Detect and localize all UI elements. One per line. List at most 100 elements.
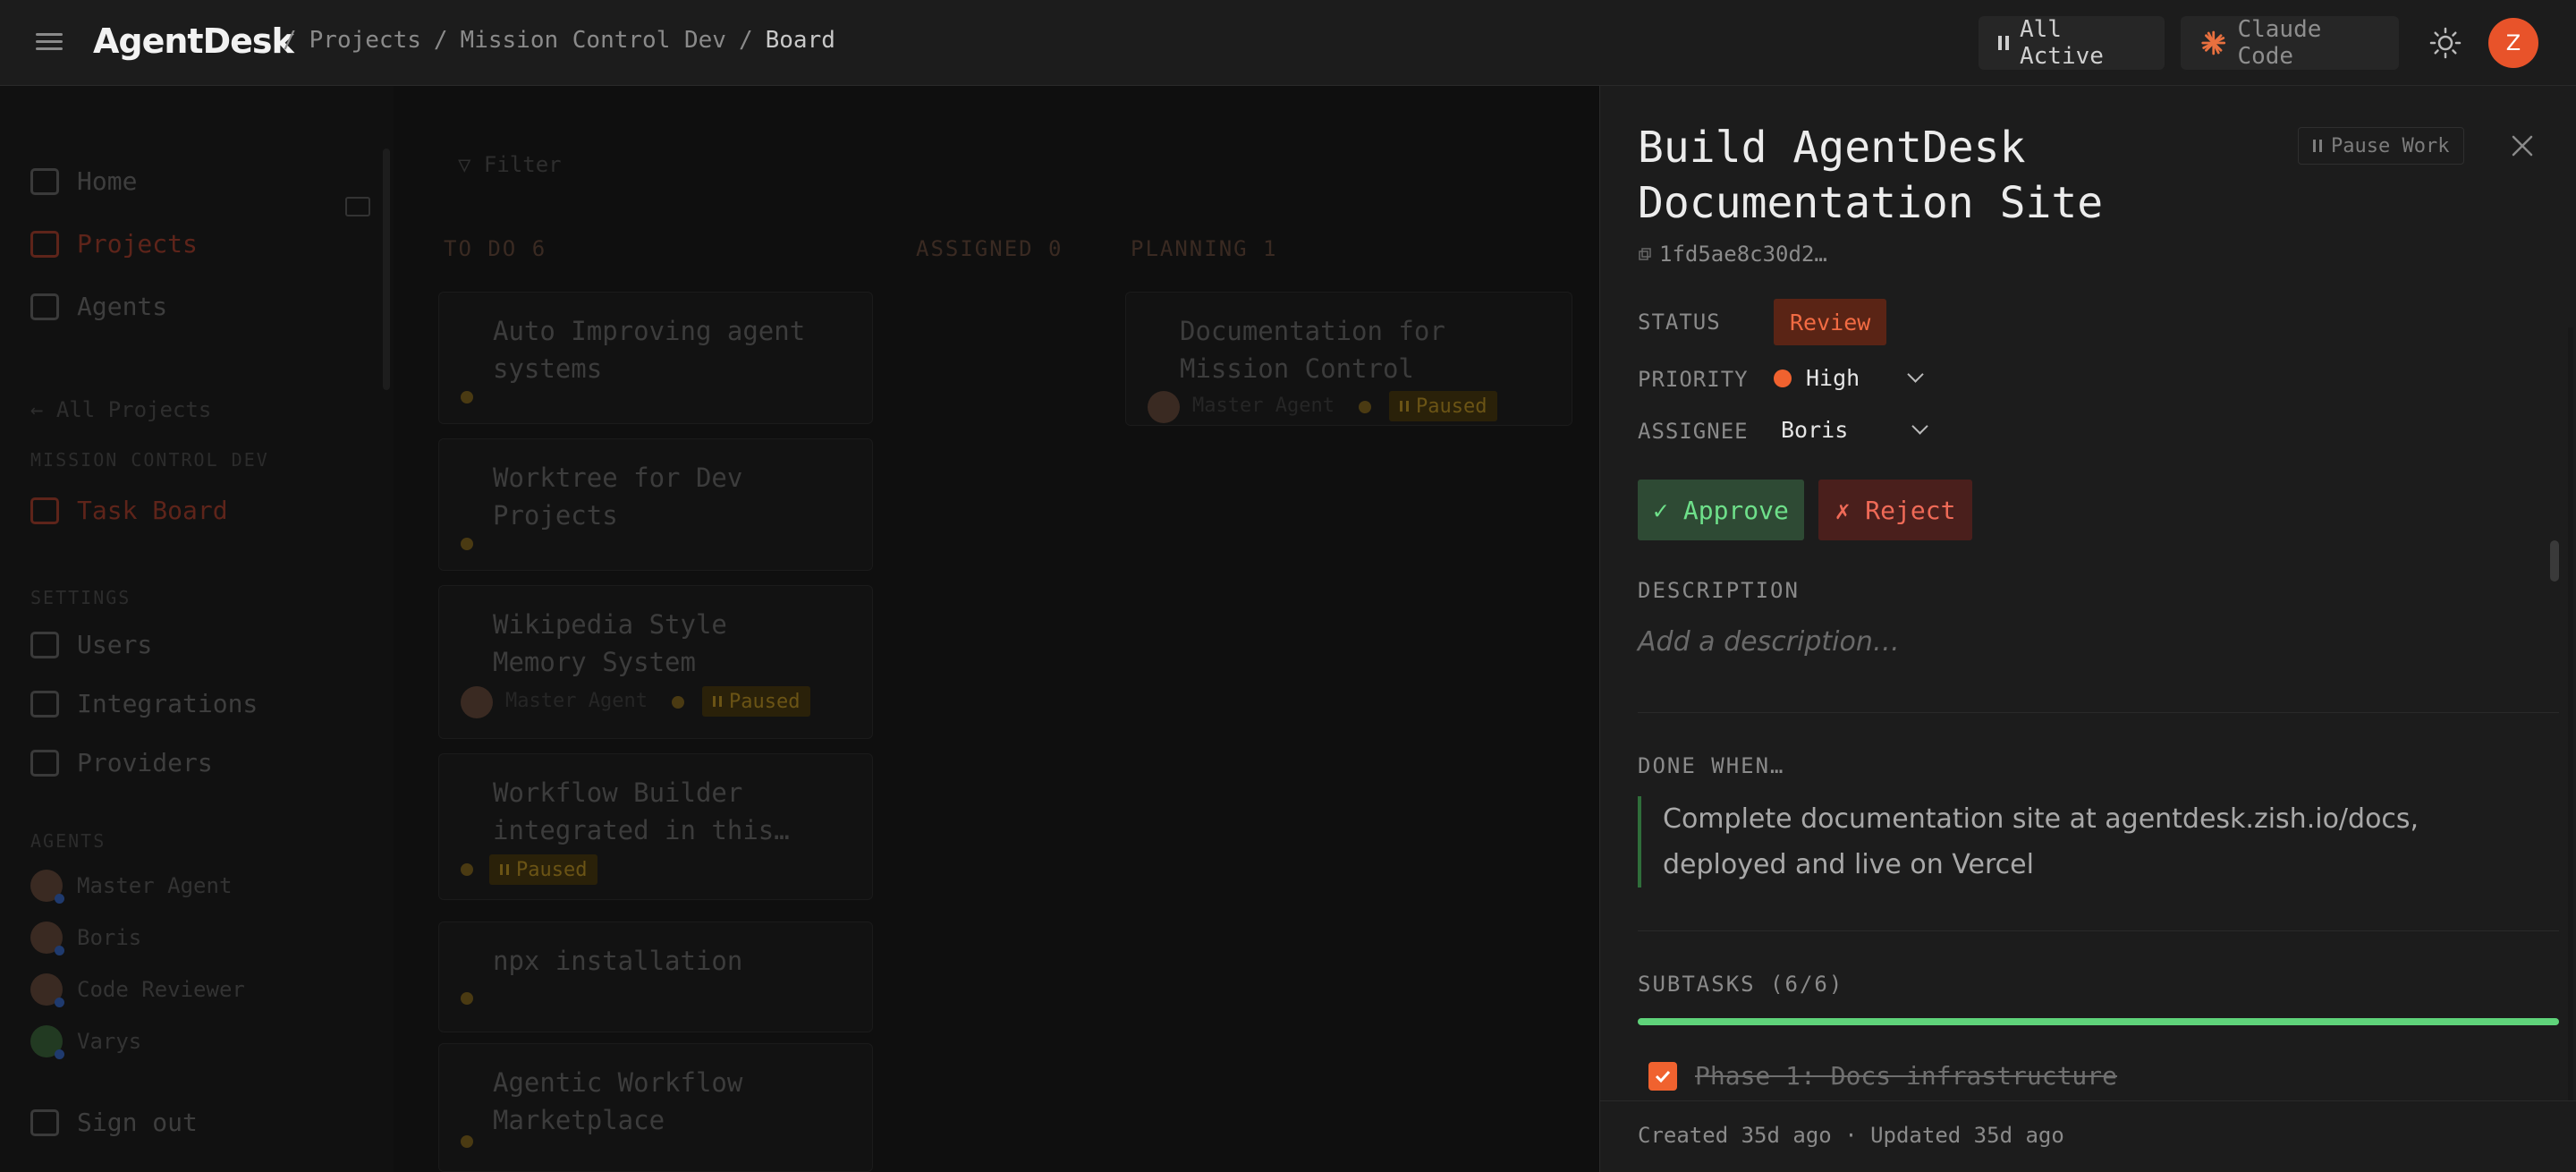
sidebar-item-projects[interactable]: Projects xyxy=(30,229,198,259)
pause-icon xyxy=(500,864,509,875)
claude-code-button[interactable]: Claude Code xyxy=(2181,16,2399,70)
avatar xyxy=(30,1025,64,1059)
avatar xyxy=(30,973,64,1007)
approve-button[interactable]: ✓ Approve xyxy=(1638,480,1804,540)
sidebar-item-users[interactable]: Users xyxy=(30,630,152,659)
sidebar-item-label: Home xyxy=(77,166,138,196)
subtask-item[interactable]: Phase 1: Docs infrastructure xyxy=(1648,1061,2117,1091)
sidebar-item-home[interactable]: Home xyxy=(30,166,137,196)
settings-section-heading: SETTINGS xyxy=(30,587,131,608)
description-field[interactable]: Add a description… xyxy=(1638,626,1900,658)
agent-name: Master Agent xyxy=(1192,395,1335,417)
close-icon[interactable] xyxy=(2509,132,2536,159)
panel-scrollbar-track[interactable] xyxy=(2568,327,2573,1168)
all-active-button[interactable]: All Active xyxy=(1979,16,2165,70)
all-projects-link[interactable]: ← All Projects xyxy=(30,397,211,422)
progress-fill xyxy=(1638,1018,2559,1025)
divider xyxy=(1638,712,2559,713)
sidebar-item-providers[interactable]: Providers xyxy=(30,748,213,777)
users-icon xyxy=(30,631,59,658)
theme-toggle-icon[interactable] xyxy=(2429,27,2462,59)
task-card[interactable]: Workflow Builder integrated in this… Pau… xyxy=(438,753,873,900)
reject-button[interactable]: ✗ Reject xyxy=(1818,480,1972,540)
task-card[interactable]: Auto Improving agent systems xyxy=(438,292,873,424)
claude-code-label: Claude Code xyxy=(2237,16,2322,70)
sign-out-label: Sign out xyxy=(77,1108,198,1137)
task-card[interactable]: Agentic Workflow Marketplace xyxy=(438,1043,873,1172)
agent-name: Master Agent xyxy=(505,690,648,712)
avatar xyxy=(1148,391,1180,423)
task-title: Wikipedia Style Memory System xyxy=(493,609,727,677)
task-card[interactable]: npx installation xyxy=(438,921,873,1032)
user-avatar[interactable]: Z xyxy=(2488,18,2538,68)
assignee-value: Boris xyxy=(1781,417,1849,443)
menu-icon[interactable] xyxy=(36,29,63,55)
priority-dot xyxy=(461,863,473,876)
task-card[interactable]: Wikipedia Style Memory System Master Age… xyxy=(438,585,873,739)
breadcrumb-projects[interactable]: Projects xyxy=(309,27,421,54)
sidebar-agent-code-reviewer[interactable]: Code Reviewer xyxy=(30,973,245,1007)
chevron-down-icon xyxy=(1907,366,1924,383)
priority-dot xyxy=(672,696,684,709)
sidebar-item-label: Projects xyxy=(77,229,198,259)
task-title: Worktree for Dev Projects xyxy=(493,463,743,531)
agent-name: Varys xyxy=(77,1029,142,1054)
sidebar-item-label: Integrations xyxy=(77,689,258,718)
sign-out-icon xyxy=(30,1108,59,1136)
sidebar-agent-varys[interactable]: Varys xyxy=(30,1025,142,1059)
priority-dot xyxy=(1359,401,1371,413)
timestamps: Created 35d ago · Updated 35d ago xyxy=(1638,1123,2064,1148)
pause-work-button[interactable]: Pause Work xyxy=(2298,127,2465,165)
breadcrumb-separator: / xyxy=(433,27,448,54)
plug-icon xyxy=(30,690,59,718)
status-label: STATUS xyxy=(1638,310,1721,335)
task-title: Agentic Workflow Marketplace xyxy=(493,1067,743,1135)
panel-footer: Created 35d ago · Updated 35d ago xyxy=(1600,1100,2576,1172)
pause-work-label: Pause Work xyxy=(2331,134,2450,157)
sign-out-button[interactable]: Sign out xyxy=(30,1108,198,1137)
checkbox[interactable] xyxy=(1648,1061,1677,1091)
sidebar-agent-master[interactable]: Master Agent xyxy=(30,870,233,904)
priority-select[interactable]: High xyxy=(1774,365,1924,391)
sidebar-scrollbar[interactable] xyxy=(383,149,390,390)
agent-name: Master Agent xyxy=(77,873,233,898)
sidebar-item-integrations[interactable]: Integrations xyxy=(30,689,258,718)
chevron-down-icon xyxy=(1911,418,1928,435)
status-badge[interactable]: Review xyxy=(1774,299,1887,345)
app-logo[interactable]: AgentDesk xyxy=(93,21,294,61)
link-icon xyxy=(1639,248,1651,260)
assignee-label: ASSIGNEE xyxy=(1638,419,1749,444)
task-title: Workflow Builder integrated in this… xyxy=(493,777,790,845)
subtasks-progress-bar xyxy=(1638,1018,2559,1025)
folder-icon xyxy=(30,230,59,258)
task-id[interactable]: 1fd5ae8c30d2… xyxy=(1638,242,1827,267)
assignee-select[interactable]: Boris xyxy=(1781,417,1928,443)
breadcrumb-project[interactable]: Mission Control Dev xyxy=(461,27,726,54)
sidebar-item-task-board[interactable]: Task Board xyxy=(30,496,228,525)
filter-button[interactable]: ▽ Filter xyxy=(458,152,562,177)
priority-dot xyxy=(461,1135,473,1148)
task-card[interactable]: Documentation for Mission Control Master… xyxy=(1125,292,1572,426)
filter-label: Filter xyxy=(483,152,562,177)
board-icon xyxy=(30,497,59,524)
agents-section-heading: AGENTS xyxy=(30,830,106,852)
breadcrumb: / Projects / Mission Control Dev / Board xyxy=(283,27,835,54)
done-when-text[interactable]: Complete documentation site at agentdesk… xyxy=(1638,796,2550,887)
task-title[interactable]: Build AgentDesk Documentation Site xyxy=(1638,120,2192,231)
column-header-assigned: ASSIGNED 0 xyxy=(916,236,1063,261)
panel-scrollbar-thumb[interactable] xyxy=(2550,540,2559,582)
sidebar-agent-boris[interactable]: Boris xyxy=(30,921,141,955)
description-label: DESCRIPTION xyxy=(1638,578,1800,603)
pause-icon xyxy=(1998,36,2009,50)
task-card[interactable]: Worktree for Dev Projects xyxy=(438,438,873,571)
sidebar-item-label: Agents xyxy=(77,292,168,321)
pause-icon xyxy=(2313,140,2322,152)
chip-icon xyxy=(30,749,59,777)
breadcrumb-separator: / xyxy=(738,27,753,54)
sidebar-collapse-icon[interactable] xyxy=(345,197,370,217)
breadcrumb-separator: / xyxy=(283,27,297,54)
task-title: Auto Improving agent systems xyxy=(493,316,806,384)
done-when-label: DONE WHEN… xyxy=(1638,753,1785,778)
sidebar-item-agents[interactable]: Agents xyxy=(30,292,167,321)
status-badge: Paused xyxy=(1389,391,1498,421)
